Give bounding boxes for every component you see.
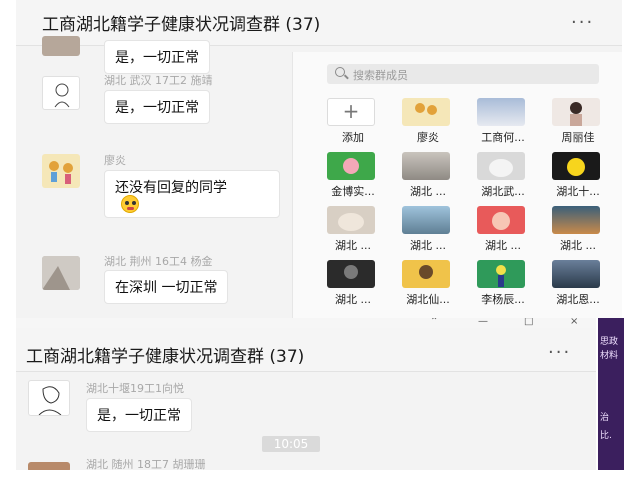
member-item[interactable]: 湖北恩... bbox=[546, 258, 621, 312]
member-search-input[interactable]: 搜索群成员 bbox=[327, 64, 599, 84]
sender-name: 湖北 武汉 17工2 施靖 bbox=[104, 74, 213, 87]
chat-header: 工商湖北籍学子健康状况调查群 (37) ··· bbox=[16, 328, 596, 372]
more-options-icon[interactable]: ··· bbox=[548, 342, 571, 363]
strip-text: 比. bbox=[600, 431, 612, 441]
plus-icon: + bbox=[327, 98, 375, 126]
avatar bbox=[402, 260, 450, 288]
group-member-panel: 搜索群成员 + 添加 廖炎 工商何... 周丽佳 金博实... 湖北 ... 湖… bbox=[292, 52, 622, 318]
member-name: 湖北十... bbox=[556, 185, 600, 198]
emoji-icon bbox=[121, 195, 139, 213]
member-item[interactable]: 湖北 ... bbox=[471, 204, 546, 258]
member-name: 湖北 ... bbox=[410, 185, 446, 198]
member-item[interactable]: 湖北 ... bbox=[396, 150, 471, 204]
sender-name: 湖北 荆州 16工4 杨金 bbox=[104, 255, 213, 268]
member-item[interactable]: 周丽佳 bbox=[546, 96, 621, 150]
avatar bbox=[552, 206, 600, 234]
avatar bbox=[477, 152, 525, 180]
message-bubble: 在深圳 一切正常 bbox=[104, 270, 229, 304]
member-item[interactable]: 湖北武... bbox=[471, 150, 546, 204]
avatar bbox=[552, 260, 600, 288]
pin-icon[interactable]: ⌃ bbox=[430, 318, 438, 327]
avatar[interactable] bbox=[42, 154, 80, 188]
member-grid: + 添加 廖炎 工商何... 周丽佳 金博实... 湖北 ... 湖北武... … bbox=[321, 96, 621, 312]
member-item[interactable]: 湖北仙... bbox=[396, 258, 471, 312]
avatar bbox=[477, 206, 525, 234]
member-name: 金博实... bbox=[331, 185, 375, 198]
member-name: 湖北恩... bbox=[556, 293, 600, 306]
avatar bbox=[327, 260, 375, 288]
member-name: 湖北 ... bbox=[560, 239, 596, 252]
avatar[interactable] bbox=[42, 256, 80, 290]
strip-text: 思政 bbox=[600, 337, 619, 347]
avatar bbox=[402, 152, 450, 180]
avatar bbox=[477, 260, 525, 288]
add-member-button[interactable]: + 添加 bbox=[321, 96, 396, 150]
member-name: 李杨辰... bbox=[481, 293, 525, 306]
sender-name: 廖炎 bbox=[104, 154, 126, 167]
message-bubble: 是，一切正常 bbox=[86, 398, 192, 432]
message-bubble: 还没有回复的同学 bbox=[104, 170, 280, 218]
member-item[interactable]: 廖炎 bbox=[396, 96, 471, 150]
member-item[interactable]: 湖北 ... bbox=[321, 258, 396, 312]
member-item[interactable]: 湖北 ... bbox=[546, 204, 621, 258]
member-item[interactable]: 湖北 ... bbox=[321, 204, 396, 258]
avatar[interactable] bbox=[42, 36, 80, 56]
member-name: 湖北武... bbox=[481, 185, 525, 198]
member-name: 湖北 ... bbox=[335, 239, 371, 252]
search-icon bbox=[335, 67, 345, 77]
member-name: 添加 bbox=[342, 131, 364, 144]
close-icon[interactable]: × bbox=[570, 318, 578, 327]
avatar[interactable] bbox=[42, 76, 80, 110]
member-name: 工商何... bbox=[481, 131, 525, 144]
message-bubble: 是，一切正常 bbox=[104, 90, 210, 124]
background-window-strip: 思政 材料 治 比. bbox=[598, 318, 624, 470]
avatar bbox=[327, 206, 375, 234]
chat-window-top: 工商湖北籍学子健康状况调查群 (37) ··· 是，一切正常 湖北 武汉 17工… bbox=[16, 0, 622, 318]
member-name: 周丽佳 bbox=[561, 131, 595, 144]
maximize-icon[interactable]: □ bbox=[524, 318, 533, 327]
chat-title: 工商湖北籍学子健康状况调查群 (37) bbox=[26, 347, 305, 367]
screenshot-root: 工商湖北籍学子健康状况调查群 (37) ··· 是，一切正常 湖北 武汉 17工… bbox=[0, 0, 640, 480]
message-bubble: 是，一切正常 bbox=[104, 40, 210, 74]
member-name: 湖北 ... bbox=[335, 293, 371, 306]
timestamp: 10:05 bbox=[262, 436, 320, 452]
avatar bbox=[327, 152, 375, 180]
member-name: 湖北 ... bbox=[485, 239, 521, 252]
member-name: 湖北 ... bbox=[410, 239, 446, 252]
member-name: 廖炎 bbox=[417, 131, 439, 144]
sender-name: 湖北十堰19工1向悦 bbox=[86, 382, 184, 395]
member-item[interactable]: 李杨辰... bbox=[471, 258, 546, 312]
strip-text: 材料 bbox=[600, 351, 619, 361]
avatar bbox=[477, 98, 525, 126]
member-item[interactable]: 工商何... bbox=[471, 96, 546, 150]
avatar[interactable] bbox=[28, 380, 70, 416]
message-text: 还没有回复的同学 bbox=[115, 180, 227, 196]
avatar bbox=[552, 98, 600, 126]
more-options-icon[interactable]: ··· bbox=[571, 12, 594, 33]
member-item[interactable]: 湖北十... bbox=[546, 150, 621, 204]
chat-title: 工商湖北籍学子健康状况调查群 (37) bbox=[42, 15, 321, 35]
member-item[interactable]: 金博实... bbox=[321, 150, 396, 204]
chat-window-bottom: ⌃ — □ × 工商湖北籍学子健康状况调查群 (37) ··· 湖北十堰19工1… bbox=[16, 318, 596, 470]
member-item[interactable]: 湖北 ... bbox=[396, 204, 471, 258]
strip-text: 治 bbox=[600, 413, 610, 423]
member-name: 湖北仙... bbox=[406, 293, 450, 306]
minimize-icon[interactable]: — bbox=[478, 318, 488, 327]
avatar[interactable] bbox=[28, 462, 70, 470]
avatar bbox=[402, 206, 450, 234]
search-placeholder: 搜索群成员 bbox=[353, 69, 408, 82]
avatar bbox=[402, 98, 450, 126]
sender-name: 湖北 随州 18工7 胡珊珊 bbox=[86, 458, 206, 470]
avatar bbox=[552, 152, 600, 180]
